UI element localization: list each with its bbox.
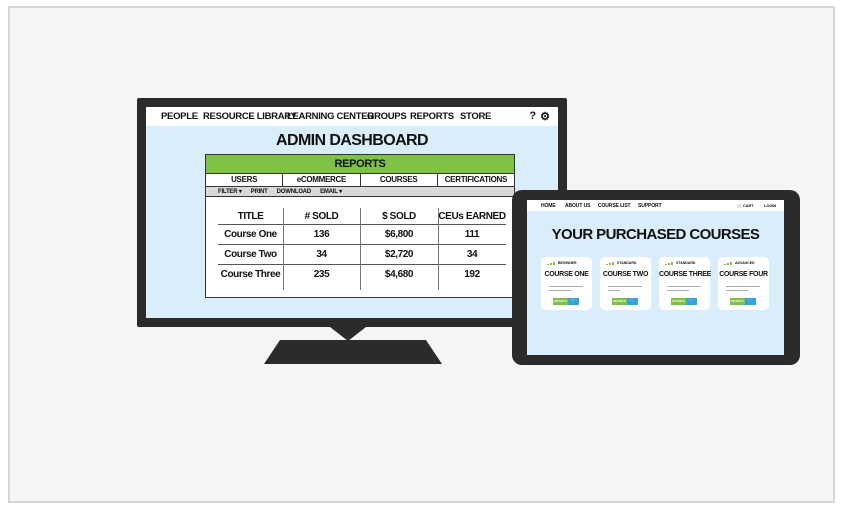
details-button[interactable]: DETAILS — [671, 298, 686, 305]
text-placeholder-line — [667, 290, 689, 291]
text-placeholder-line — [549, 286, 583, 287]
nav-item-learning-center[interactable]: LEARNING CENTER — [287, 111, 374, 122]
level-bars-icon — [665, 261, 673, 265]
row-sold-amount: $2,720 — [384, 248, 414, 260]
column-header-sold-count: # SOLD — [304, 210, 339, 222]
column-header-ceus: CEUs EARNED — [438, 210, 506, 222]
row-ceus: 34 — [466, 248, 478, 260]
details-button[interactable]: DETAILS — [553, 298, 568, 305]
desktop-nav: PEOPLE RESOURCE LIBRARY LEARNING CENTER … — [146, 107, 558, 126]
course-card[interactable]: STANDARD COURSE THREE DETAILS 🛒 — [659, 257, 712, 310]
row-sold-count: 136 — [313, 228, 330, 240]
text-placeholder-line — [667, 286, 701, 287]
row-sold-amount: $6,800 — [384, 228, 414, 240]
reports-header: REPORTS — [206, 155, 514, 174]
reports-panel: REPORTS USERS eCOMMERCE COURSES CERTIFIC… — [205, 154, 515, 298]
column-header-sold-amount: $ SOLD — [382, 210, 416, 222]
level-label: STANDARD — [617, 261, 637, 265]
details-button[interactable]: DETAILS — [612, 298, 627, 305]
tab-certifications[interactable]: CERTIFICATIONS — [438, 174, 514, 186]
level-indicator: BEGINNER — [547, 261, 576, 265]
tablet-nav-support[interactable]: SUPPORT — [638, 203, 662, 209]
print-button[interactable]: PRINT — [251, 189, 268, 195]
tab-users[interactable]: USERS — [206, 174, 284, 186]
row-ceus: 111 — [464, 228, 480, 240]
course-name: COURSE FOUR — [719, 271, 768, 278]
tablet-screen: HOME ABOUT US COURSE LIST SUPPORT 🛒 CART… — [527, 200, 784, 355]
level-indicator: STANDARD — [606, 261, 636, 265]
desktop-monitor: PEOPLE RESOURCE LIBRARY LEARNING CENTER … — [137, 98, 567, 327]
report-table: TITLE # SOLD $ SOLD CEUs EARNED Course O… — [218, 208, 506, 284]
level-label: STANDARD — [676, 261, 696, 265]
course-card[interactable]: STANDARD COURSE TWO DETAILS 🛒 — [600, 257, 651, 310]
tablet-nav-about[interactable]: ABOUT US — [565, 203, 590, 209]
text-placeholder-line — [726, 286, 760, 287]
desktop-screen: PEOPLE RESOURCE LIBRARY LEARNING CENTER … — [146, 107, 558, 318]
tab-courses[interactable]: COURSES — [361, 174, 438, 186]
help-icon[interactable]: ? — [529, 110, 536, 123]
level-indicator: ADVANCED — [724, 261, 755, 265]
monitor-stand-neck — [330, 327, 366, 341]
download-button[interactable]: DOWNLOAD — [277, 189, 312, 195]
course-name: COURSE THREE — [659, 271, 712, 278]
text-placeholder-line — [549, 290, 571, 291]
nav-item-store[interactable]: STORE — [460, 111, 491, 122]
cart-icon[interactable]: 🛒 — [627, 298, 638, 305]
course-card[interactable]: ADVANCED COURSE FOUR DETAILS 🛒 — [718, 257, 769, 310]
course-card[interactable]: BEGINNER COURSE ONE DETAILS 🛒 — [541, 257, 592, 310]
tablet-nav: HOME ABOUT US COURSE LIST SUPPORT 🛒 CART… — [527, 200, 784, 211]
level-bars-icon — [547, 261, 555, 265]
tablet-page-title: YOUR PURCHASED COURSES — [551, 226, 760, 243]
tablet-nav-course-list[interactable]: COURSE LIST — [598, 203, 631, 209]
nav-item-people[interactable]: PEOPLE — [161, 111, 198, 122]
nav-item-resource-library[interactable]: RESOURCE LIBRARY — [203, 111, 297, 122]
tab-ecommerce[interactable]: eCOMMERCE — [283, 174, 361, 186]
table-header-row: TITLE # SOLD $ SOLD CEUs EARNED — [218, 208, 506, 224]
report-toolbar: FILTER ▾ PRINT DOWNLOAD EMAIL ▾ — [206, 187, 514, 197]
cart-icon[interactable]: 🛒 — [745, 298, 756, 305]
filter-dropdown[interactable]: FILTER ▾ — [218, 188, 242, 195]
table-row: Course Two 34 $2,720 34 — [218, 244, 506, 264]
level-bars-icon — [724, 261, 732, 265]
tablet-nav-home[interactable]: HOME — [541, 203, 556, 209]
cart-link[interactable]: 🛒 CART — [737, 203, 754, 208]
level-bars-icon — [606, 261, 614, 265]
row-sold-count: 34 — [316, 248, 327, 260]
level-label: ADVANCED — [735, 261, 755, 265]
details-button[interactable]: DETAILS — [730, 298, 745, 305]
level-label: BEGINNER — [558, 261, 577, 265]
login-link[interactable]: LOGIN — [764, 203, 776, 208]
cart-icon[interactable]: 🛒 — [568, 298, 579, 305]
nav-item-reports[interactable]: REPORTS — [410, 111, 454, 122]
level-indicator: STANDARD — [665, 261, 695, 265]
row-sold-count: 235 — [313, 268, 330, 280]
row-title: Course One — [224, 228, 277, 240]
row-title: Course Two — [224, 248, 277, 260]
row-sold-amount: $4,680 — [384, 268, 414, 280]
nav-item-groups[interactable]: GROUPS — [367, 111, 407, 122]
row-title: Course Three — [220, 268, 281, 280]
row-ceus: 192 — [464, 268, 480, 280]
report-tabs: USERS eCOMMERCE COURSES CERTIFICATIONS — [206, 174, 514, 187]
text-placeholder-line — [726, 290, 748, 291]
gear-icon[interactable]: ⚙ — [540, 110, 550, 123]
text-placeholder-line — [608, 290, 620, 291]
email-dropdown[interactable]: EMAIL ▾ — [320, 188, 342, 195]
course-name: COURSE TWO — [602, 271, 649, 278]
table-row: Course Three 235 $4,680 192 — [218, 264, 506, 284]
table-row: Course One 136 $6,800 111 — [218, 224, 506, 244]
monitor-stand-base — [264, 340, 442, 364]
page-title: ADMIN DASHBOARD — [276, 132, 428, 149]
course-name: COURSE ONE — [544, 271, 589, 278]
cart-icon[interactable]: 🛒 — [686, 298, 697, 305]
text-placeholder-line — [608, 286, 642, 287]
column-header-title: TITLE — [237, 210, 264, 222]
tablet-device: HOME ABOUT US COURSE LIST SUPPORT 🛒 CART… — [512, 190, 800, 365]
